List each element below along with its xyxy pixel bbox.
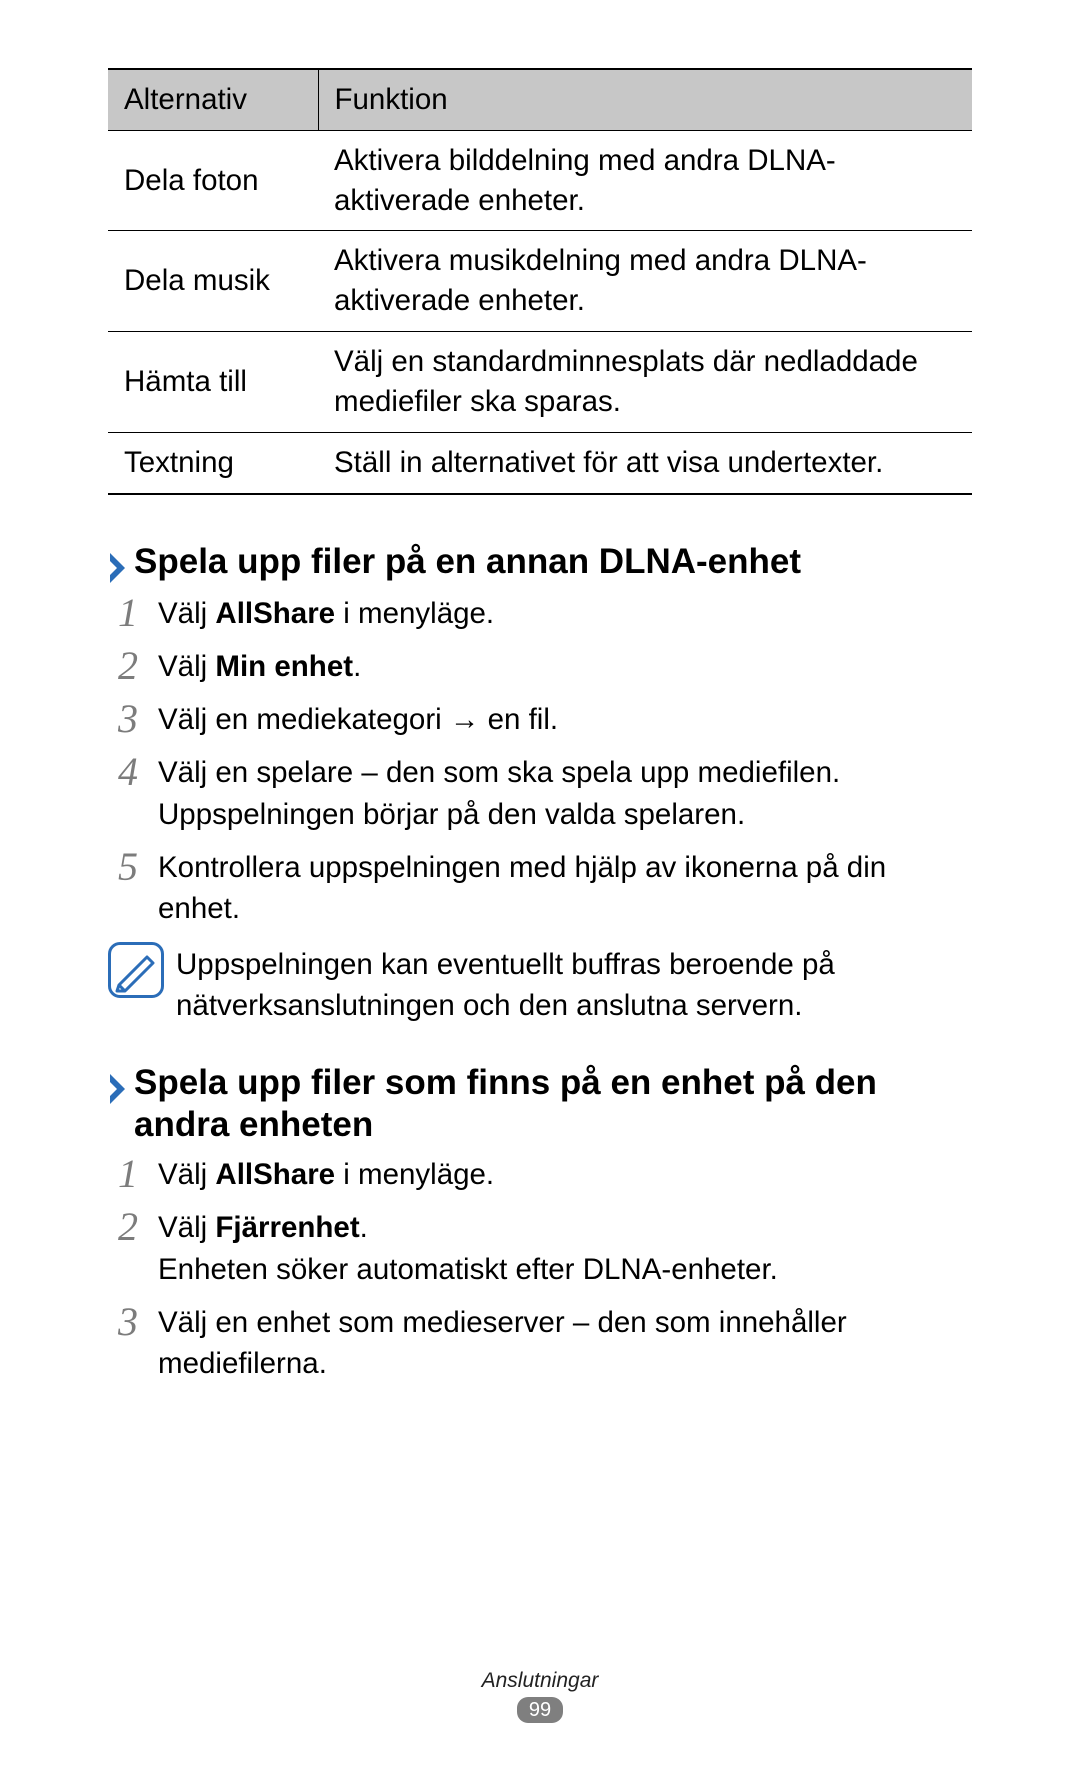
table-row: Dela foton Aktivera bilddelning med andr… <box>108 130 972 231</box>
step-item: 3 Välj en enhet som medieserver – den so… <box>108 1302 972 1385</box>
step-number: 4 <box>108 744 148 800</box>
steps-list: 1 Välj AllShare i menyläge. 2 Välj Fjärr… <box>108 1154 972 1384</box>
step-text: Välj Fjärrenhet.Enheten söker automatisk… <box>158 1211 778 1285</box>
step-item: 2 Välj Fjärrenhet.Enheten söker automati… <box>108 1207 972 1290</box>
function-cell: Aktivera musikdelning med andra DLNA-akt… <box>318 231 972 332</box>
option-cell: Hämta till <box>108 332 318 433</box>
step-item: 2 Välj Min enhet. <box>108 646 972 687</box>
chevron-right-icon <box>108 551 128 585</box>
heading-text: Spela upp filer på en annan DLNA-enhet <box>134 541 801 583</box>
chevron-right-icon <box>108 1072 128 1106</box>
step-number: 1 <box>108 585 148 641</box>
table-row: Dela musik Aktivera musikdelning med and… <box>108 231 972 332</box>
table-row: Textning Ställ in alternativet för att v… <box>108 432 972 493</box>
option-cell: Dela musik <box>108 231 318 332</box>
step-number: 1 <box>108 1146 148 1202</box>
table-row: Hämta till Välj en standardminnesplats d… <box>108 332 972 433</box>
note-icon <box>108 942 164 998</box>
function-cell: Välj en standardminnesplats där nedladda… <box>318 332 972 433</box>
step-item: 5 Kontrollera uppspelningen med hjälp av… <box>108 847 972 930</box>
step-number: 3 <box>108 691 148 747</box>
footer-page-number: 99 <box>0 1697 1080 1723</box>
step-number: 3 <box>108 1294 148 1350</box>
step-text: Kontrollera uppspelningen med hjälp av i… <box>158 851 886 925</box>
step-item: 1 Välj AllShare i menyläge. <box>108 1154 972 1195</box>
function-cell: Ställ in alternativet för att visa under… <box>318 432 972 493</box>
step-item: 1 Välj AllShare i menyläge. <box>108 593 972 634</box>
heading-text: Spela upp filer som finns på en enhet på… <box>134 1062 972 1146</box>
page-footer: Anslutningar 99 <box>0 1669 1080 1723</box>
step-number: 5 <box>108 839 148 895</box>
step-text: Välj en enhet som medieserver – den som … <box>158 1306 847 1380</box>
table-header-option: Alternativ <box>108 69 318 130</box>
section-heading: Spela upp filer på en annan DLNA-enhet <box>108 541 972 585</box>
options-table: Alternativ Funktion Dela foton Aktivera … <box>108 68 972 495</box>
option-cell: Dela foton <box>108 130 318 231</box>
note-box: Uppspelningen kan eventuellt buffras ber… <box>108 942 972 1027</box>
step-number: 2 <box>108 638 148 694</box>
step-text: Välj en spelare – den som ska spela upp … <box>158 756 840 830</box>
step-text: Välj en mediekategori → en fil. <box>158 703 558 736</box>
footer-section-name: Anslutningar <box>0 1669 1080 1693</box>
step-text: Välj Min enhet. <box>158 650 361 683</box>
table-header-function: Funktion <box>318 69 972 130</box>
step-number: 2 <box>108 1199 148 1255</box>
step-item: 3 Välj en mediekategori → en fil. <box>108 699 972 740</box>
section-heading: Spela upp filer som finns på en enhet på… <box>108 1062 972 1146</box>
steps-list: 1 Välj AllShare i menyläge. 2 Välj Min e… <box>108 593 972 930</box>
step-text: Välj AllShare i menyläge. <box>158 597 494 630</box>
function-cell: Aktivera bilddelning med andra DLNA-akti… <box>318 130 972 231</box>
step-item: 4 Välj en spelare – den som ska spela up… <box>108 752 972 835</box>
note-text: Uppspelningen kan eventuellt buffras ber… <box>176 942 972 1027</box>
step-text: Välj AllShare i menyläge. <box>158 1158 494 1191</box>
option-cell: Textning <box>108 432 318 493</box>
